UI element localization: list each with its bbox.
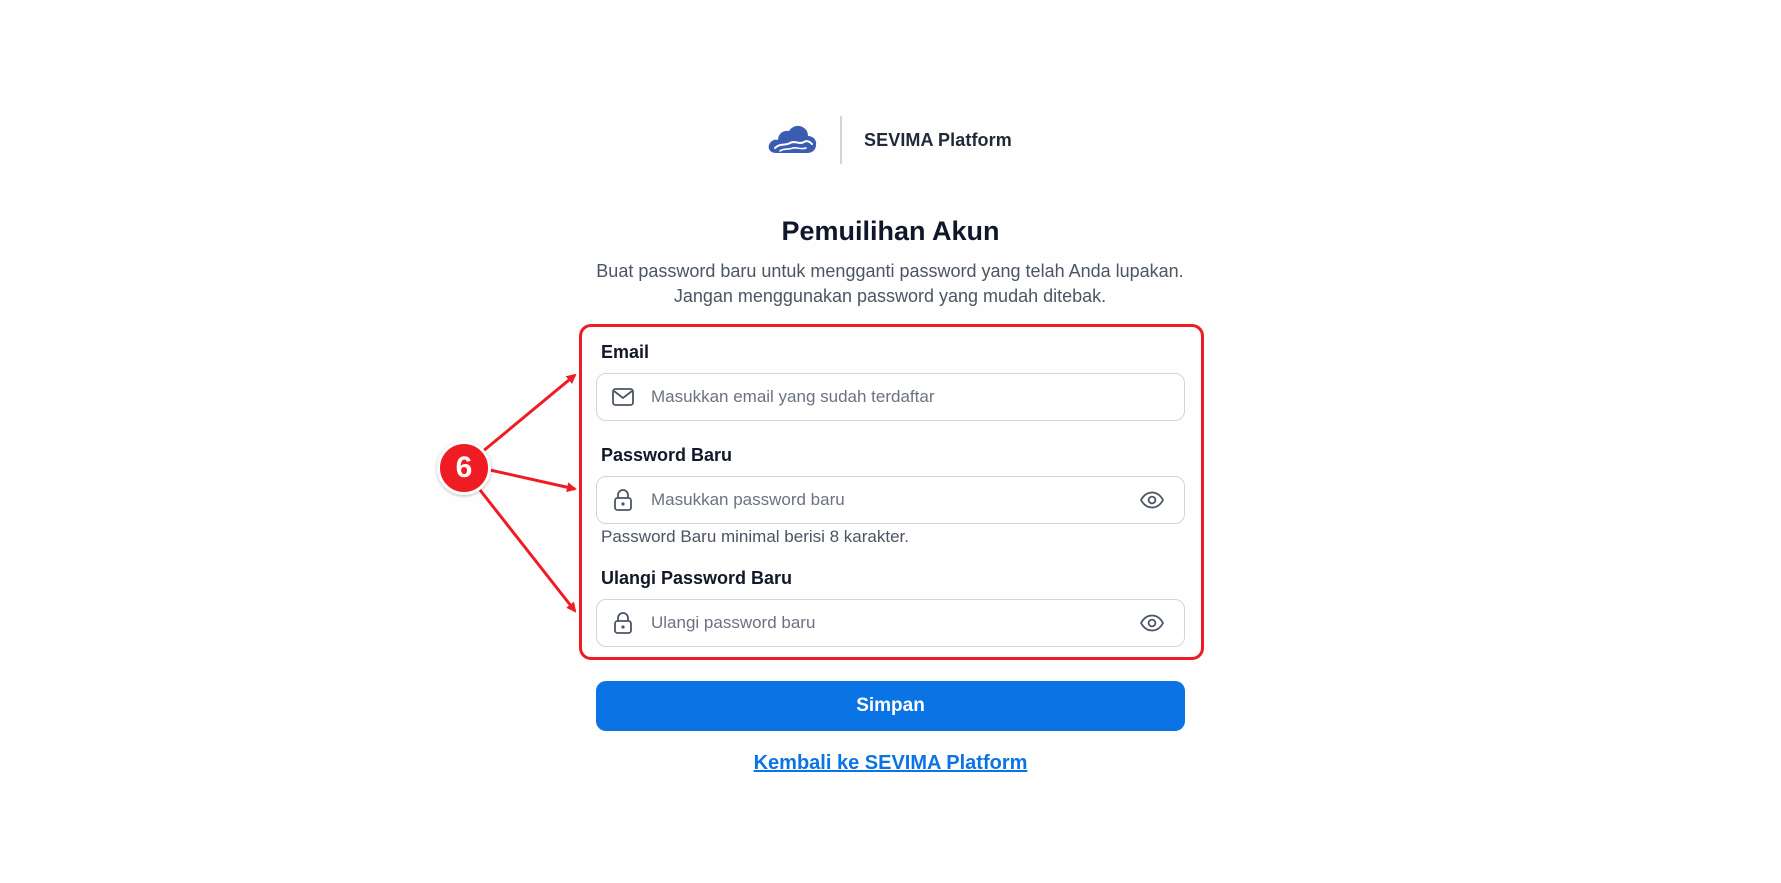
back-to-platform-link[interactable]: Kembali ke SEVIMA Platform (0, 752, 1781, 775)
cloud-logo-icon (768, 125, 817, 153)
brand-divider (840, 116, 842, 164)
password-hint: Password Baru minimal berisi 8 karakter. (601, 527, 910, 546)
annotation-arrow-confirm (478, 489, 577, 613)
confirm-password-input[interactable] (651, 600, 1138, 646)
lock-icon (611, 611, 635, 635)
email-input[interactable] (651, 374, 1184, 420)
account-recovery-page: SEVIMA Platform Pemuilihan Akun Buat pas… (0, 0, 1781, 883)
annotation-badge: 6 (437, 441, 491, 495)
annotation-arrow-email (481, 373, 577, 454)
confirm-password-field-wrapper (596, 599, 1185, 647)
brand-name: SEVIMA Platform (864, 129, 1012, 150)
eye-icon[interactable] (1138, 486, 1166, 514)
eye-icon[interactable] (1138, 609, 1166, 637)
page-title: Pemuilihan Akun (781, 216, 1000, 246)
new-password-input[interactable] (651, 477, 1138, 523)
lock-icon (611, 488, 635, 512)
brand-header: SEVIMA Platform (766, 116, 1012, 164)
annotation-arrow-password (489, 468, 577, 493)
save-button[interactable]: Simpan (596, 681, 1185, 731)
new-password-field-wrapper (596, 476, 1185, 524)
mail-icon (611, 385, 635, 409)
email-label: Email (601, 342, 650, 362)
page-subtitle: Buat password baru untuk mengganti passw… (596, 261, 1184, 306)
confirm-password-label: Ulangi Password Baru (601, 568, 793, 588)
new-password-label: Password Baru (601, 445, 733, 465)
email-field-wrapper (596, 373, 1185, 421)
